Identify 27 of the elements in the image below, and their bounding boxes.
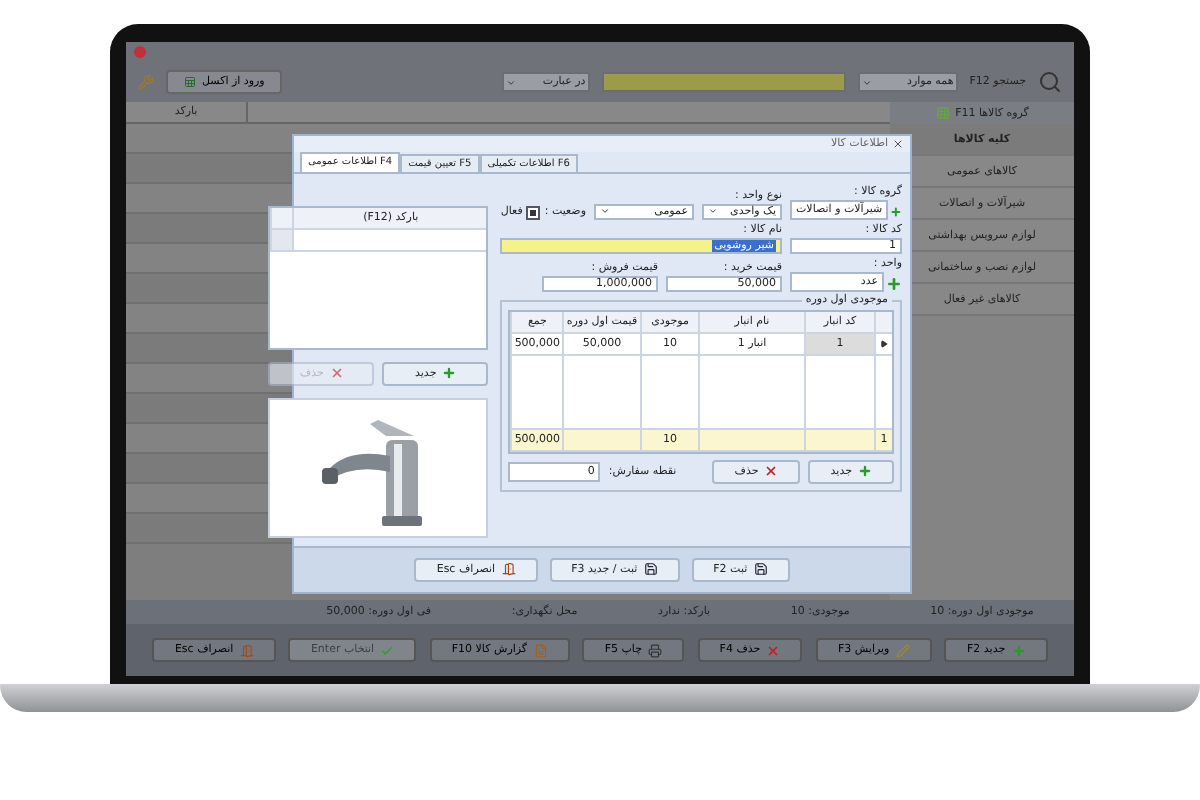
floppy-icon xyxy=(643,562,658,577)
plus-icon[interactable] xyxy=(886,275,902,292)
caret-icon xyxy=(505,77,516,87)
check-icon xyxy=(380,643,395,657)
spreadsheet-icon xyxy=(184,76,196,88)
search-icon[interactable] xyxy=(1038,70,1062,94)
pencil-icon xyxy=(895,643,910,657)
plus-icon[interactable] xyxy=(890,203,902,220)
row-pointer-icon xyxy=(880,339,888,348)
floppy-icon xyxy=(753,562,768,577)
printer-icon xyxy=(648,643,662,657)
caret-icon xyxy=(600,206,610,217)
plus-icon xyxy=(1011,643,1026,657)
plus-icon xyxy=(858,464,872,479)
cross-icon xyxy=(329,366,344,381)
search-field[interactable] xyxy=(601,72,846,92)
cross-icon xyxy=(766,643,781,657)
caret-icon xyxy=(708,206,718,217)
door-icon xyxy=(239,643,254,657)
cross-icon xyxy=(764,464,779,479)
document-icon xyxy=(533,643,548,657)
grid-icon xyxy=(935,106,950,120)
caret-icon xyxy=(861,77,872,87)
door-icon xyxy=(501,562,516,577)
close-icon[interactable] xyxy=(892,137,904,150)
checkbox[interactable] xyxy=(526,205,541,220)
plus-icon xyxy=(442,366,457,381)
